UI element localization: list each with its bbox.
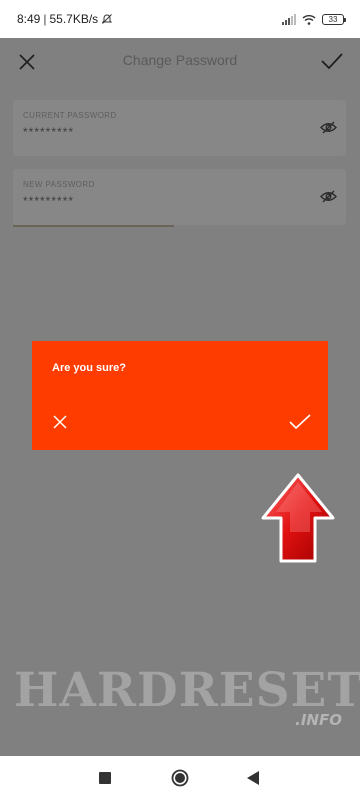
checkmark-icon[interactable] [320,50,344,72]
battery-indicator: 33 [322,13,346,25]
alarm-off-icon [101,14,113,24]
toolbar: Change Password [0,38,360,86]
wifi-icon [302,14,316,25]
network-speed: 55.7KB/s [49,12,99,26]
current-password-field[interactable]: CURRENT PASSWORD ********* [13,100,346,156]
status-time: 8:49 [17,12,41,26]
field-focus-underline [13,225,174,227]
triangle-back-icon[interactable] [247,771,259,785]
eye-hidden-icon[interactable] [320,189,337,204]
battery-level: 33 [328,14,338,24]
signal-bars-icon [282,13,296,25]
status-bar: 8:49 | 55.7KB/s 33 [0,0,360,38]
dialog-confirm-icon[interactable] [289,414,311,430]
watermark: HARDRESET .INFO [14,663,360,756]
new-password-value[interactable]: ********* [23,194,74,208]
status-separator: | [43,12,47,26]
status-right: 33 [282,13,346,25]
navigation-bar [0,756,360,800]
dialog-cancel-icon[interactable] [53,415,67,429]
eye-hidden-icon[interactable] [320,120,337,135]
status-left: 8:49 | 55.7KB/s [17,12,113,26]
red-arrow-up-icon [261,473,335,563]
new-password-label: NEW PASSWORD [23,180,95,189]
square-icon[interactable] [99,772,111,784]
watermark-main: HARDRESET [14,663,360,718]
watermark-sub: .INFO [295,711,342,729]
new-password-field[interactable]: NEW PASSWORD ********* [13,169,346,227]
circle-icon[interactable] [171,769,189,787]
page-title: Change Password [122,52,238,68]
current-password-value[interactable]: ********* [23,125,74,139]
change-password-screen: Change Password CURRENT PASSWORD *******… [0,38,360,756]
dialog-message: Are you sure? [52,362,126,374]
confirm-dialog: Are you sure? [32,341,328,450]
current-password-label: CURRENT PASSWORD [23,111,117,120]
